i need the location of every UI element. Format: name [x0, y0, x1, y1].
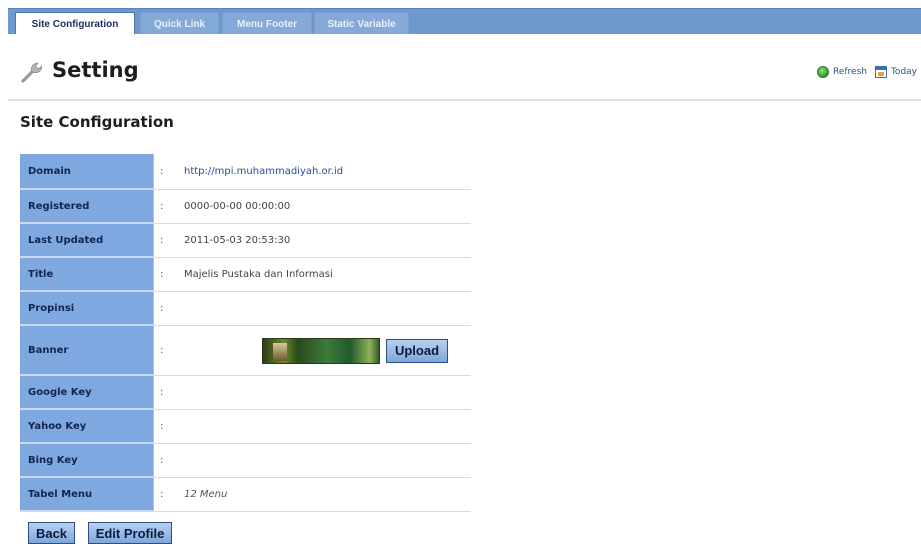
upload-button[interactable]: Upload: [386, 338, 448, 363]
separator: :: [160, 421, 164, 432]
separator: :: [160, 345, 164, 356]
value-yahoo-key: [184, 410, 471, 443]
tab-quick-link[interactable]: Quick Link: [140, 12, 219, 35]
label-domain: Domain: [20, 154, 154, 189]
today-link[interactable]: Today: [891, 67, 917, 77]
label-registered: Registered: [20, 190, 154, 223]
row-tabel-menu: Tabel Menu : 12 Menu: [20, 478, 471, 512]
label-bing-key: Bing Key: [20, 444, 154, 477]
refresh-icon[interactable]: [816, 66, 829, 78]
value-title: Majelis Pustaka dan Informasi: [184, 269, 333, 280]
site-config-table: Domain : http://mpi.muhammadiyah.or.id R…: [20, 154, 471, 512]
separator: :: [160, 303, 164, 314]
edit-profile-button[interactable]: Edit Profile: [88, 522, 172, 544]
label-last-updated: Last Updated: [20, 224, 154, 257]
value-last-updated: 2011-05-03 20:53:30: [184, 235, 291, 246]
label-banner: Banner: [20, 326, 154, 375]
separator: :: [160, 166, 164, 177]
label-title: Title: [20, 258, 154, 291]
label-yahoo-key: Yahoo Key: [20, 410, 154, 443]
tab-menu-footer[interactable]: Menu Footer: [222, 12, 312, 35]
back-button[interactable]: Back: [28, 522, 75, 544]
row-banner: Banner : Upload: [20, 326, 471, 376]
separator: :: [160, 387, 164, 398]
separator: :: [160, 201, 164, 212]
separator: :: [160, 269, 164, 280]
separator: :: [160, 489, 164, 500]
row-title: Title : Majelis Pustaka dan Informasi: [20, 258, 471, 292]
row-registered: Registered : 0000-00-00 00:00:00: [20, 190, 471, 224]
wrench-icon: [21, 62, 42, 83]
value-bing-key: [184, 444, 471, 477]
row-yahoo-key: Yahoo Key :: [20, 410, 471, 444]
separator: :: [160, 235, 164, 246]
tab-bar: Site Configuration Quick Link Menu Foote…: [8, 8, 921, 35]
row-bing-key: Bing Key :: [20, 444, 471, 478]
row-last-updated: Last Updated : 2011-05-03 20:53:30: [20, 224, 471, 258]
value-google-key: [184, 376, 471, 409]
tab-static-variable[interactable]: Static Variable: [314, 12, 409, 35]
row-propinsi: Propinsi :: [20, 292, 471, 326]
banner-image: [262, 337, 380, 364]
value-banner: Upload: [184, 326, 471, 375]
tab-site-configuration[interactable]: Site Configuration: [15, 12, 135, 35]
separator: :: [160, 455, 164, 466]
value-registered: 0000-00-00 00:00:00: [184, 201, 291, 212]
row-google-key: Google Key :: [20, 376, 471, 410]
row-domain: Domain : http://mpi.muhammadiyah.or.id: [20, 154, 471, 190]
value-tabel-menu: 12 Menu: [184, 489, 228, 500]
section-title: Site Configuration: [20, 113, 174, 131]
label-propinsi: Propinsi: [20, 292, 154, 325]
page-title: Setting: [52, 58, 139, 82]
label-tabel-menu: Tabel Menu: [20, 478, 154, 511]
label-google-key: Google Key: [20, 376, 154, 409]
header-toolbar: Refresh Today: [816, 66, 917, 78]
refresh-link[interactable]: Refresh: [833, 67, 867, 77]
calendar-icon[interactable]: [874, 66, 887, 78]
value-propinsi: [184, 292, 471, 325]
value-domain[interactable]: http://mpi.muhammadiyah.or.id: [184, 154, 471, 189]
header-divider: [8, 99, 921, 101]
